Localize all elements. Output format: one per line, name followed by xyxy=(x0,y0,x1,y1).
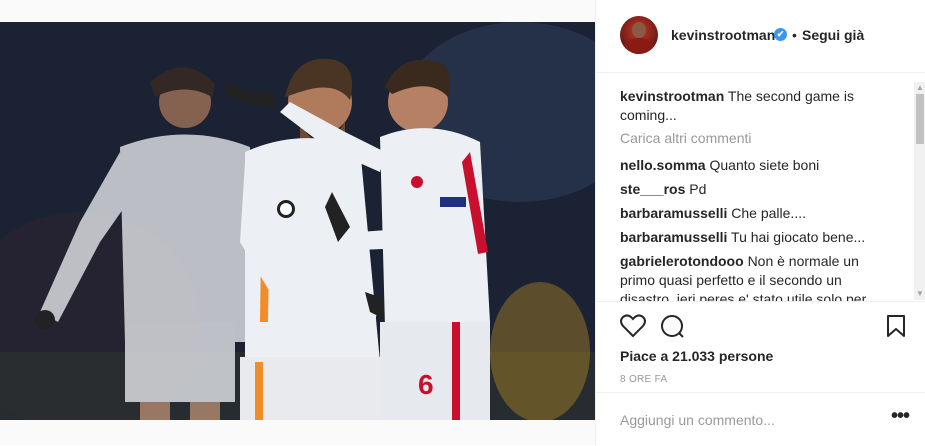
comment-username[interactable]: barbaramusselli xyxy=(620,229,727,245)
comment-item: gabrielerotondooo Non è normale un primo… xyxy=(620,252,888,301)
comment-username[interactable]: gabrielerotondooo xyxy=(620,253,744,269)
comment-username[interactable]: nello.somma xyxy=(620,157,706,173)
more-options-icon[interactable]: ••• xyxy=(891,405,910,428)
post-sidebar: kevinstrootman ✔ • Segui già kevinstroot… xyxy=(595,0,925,445)
load-more-comments-link[interactable]: Carica altri commenti xyxy=(620,130,751,146)
post-photo[interactable]: 6 xyxy=(0,22,595,420)
caption-username[interactable]: kevinstrootman xyxy=(620,88,724,104)
comment-text: Quanto siete boni xyxy=(709,157,820,173)
photo-illustration: 6 xyxy=(0,22,595,420)
comments-list: kevinstrootman The second game is coming… xyxy=(596,73,914,301)
author-avatar[interactable] xyxy=(620,16,658,54)
follow-status-button[interactable]: Segui già xyxy=(802,27,864,43)
verified-badge-icon: ✔ xyxy=(774,28,787,41)
caption: kevinstrootman The second game is coming… xyxy=(620,87,888,125)
scrollbar-thumb[interactable] xyxy=(916,94,924,144)
heart-outline-icon[interactable] xyxy=(620,314,646,343)
comment-item: nello.somma Quanto siete boni xyxy=(620,156,888,175)
add-comment-input[interactable]: Aggiungi un commento... xyxy=(620,412,775,428)
likes-count[interactable]: Piace a 21.033 persone xyxy=(620,348,773,364)
scroll-down-arrow-icon[interactable]: ▼ xyxy=(914,288,925,300)
author-username[interactable]: kevinstrootman xyxy=(671,27,775,43)
comment-text: Che palle.... xyxy=(731,205,806,221)
comment-username[interactable]: barbaramusselli xyxy=(620,205,727,221)
comment-text: Pd xyxy=(689,181,707,197)
comment-text: Tu hai giocato bene... xyxy=(731,229,866,245)
comments-scrollbar[interactable]: ▲ ▼ xyxy=(914,82,925,300)
scroll-up-arrow-icon[interactable]: ▲ xyxy=(914,82,925,94)
comment-item: ste___ros Pd xyxy=(620,180,888,199)
post-actions: Piace a 21.033 persone 8 ORE FA xyxy=(596,301,925,392)
post-timestamp[interactable]: 8 ORE FA xyxy=(620,374,667,385)
bookmark-icon[interactable] xyxy=(886,314,906,343)
comment-bubble-icon[interactable] xyxy=(660,314,686,345)
comment-item: barbaramusselli Che palle.... xyxy=(620,204,888,223)
jersey-number: 6 xyxy=(418,369,434,400)
header-separator: • xyxy=(792,27,797,43)
comment-item: barbaramusselli Tu hai giocato bene... xyxy=(620,228,888,247)
comment-composer: Aggiungi un commento... ••• xyxy=(596,392,925,446)
comment-username[interactable]: ste___ros xyxy=(620,181,685,197)
post-header: kevinstrootman ✔ • Segui già xyxy=(596,0,925,73)
